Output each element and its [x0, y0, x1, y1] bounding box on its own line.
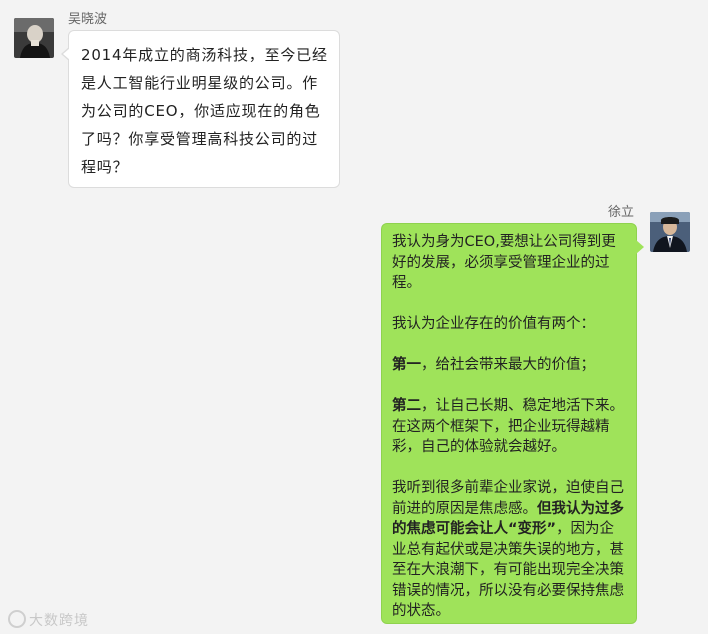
message-text-left: 2014年成立的商汤科技，至今已经是人工智能行业明星级的公司。作为公司的CEO，… — [81, 46, 328, 176]
message-paragraph: 我认为身为CEO,要想让公司得到更好的发展，必须享受管理企业的过程。 — [392, 234, 616, 291]
message-paragraph: 我听到很多前辈企业家说，迫使自己前进的原因是焦虑感。但我认为过多的焦虑可能会让人… — [392, 478, 626, 622]
message-text: ，让自己长期、稳定地活下来。在这两个框架下，把企业玩得越精彩，自己的体验就会越好… — [392, 398, 624, 455]
message-bubble-right[interactable]: 我认为身为CEO,要想让公司得到更好的发展，必须享受管理企业的过程。 我认为企业… — [381, 223, 644, 624]
message-bubble-left[interactable]: 2014年成立的商汤科技，至今已经是人工智能行业明星级的公司。作为公司的CEO，… — [61, 30, 340, 188]
message-paragraph: 第二，让自己长期、稳定地活下来。在这两个框架下，把企业玩得越精彩，自己的体验就会… — [392, 396, 626, 458]
person-photo-icon — [650, 212, 690, 252]
watermark-logo-icon — [8, 610, 26, 628]
bold-text: 第二 — [392, 398, 421, 414]
avatar-left[interactable] — [14, 18, 54, 58]
bold-text: 第一 — [392, 357, 421, 373]
watermark: 大数跨境 — [8, 610, 89, 630]
message-paragraph: 我认为企业存在的价值有两个： — [392, 316, 595, 332]
sender-name-left: 吴晓波 — [68, 12, 108, 27]
avatar-right[interactable] — [650, 212, 690, 252]
person-photo-icon — [14, 18, 54, 58]
message-paragraph: 第一，给社会带来最大的价值； — [392, 355, 626, 376]
sender-name-right: 徐立 — [608, 205, 635, 220]
watermark-text: 大数跨境 — [29, 613, 89, 629]
message-text: ，给社会带来最大的价值； — [421, 357, 595, 373]
